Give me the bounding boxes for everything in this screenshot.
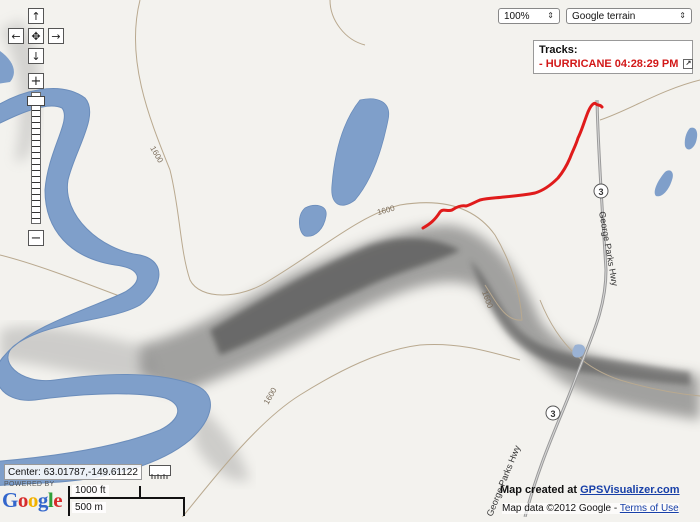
- track-prefix: -: [539, 58, 546, 70]
- zoom-select[interactable]: 100% ⇕: [498, 8, 560, 24]
- logo-letter: o: [17, 488, 29, 512]
- map-type-value: Google terrain: [572, 10, 636, 22]
- copyright-line: Map data ©2012 Google - Terms of Use: [502, 503, 679, 514]
- recenter-button[interactable]: ✥: [28, 28, 44, 44]
- logo-letter: e: [53, 488, 63, 512]
- scale-imperial-label: 1000 ft: [72, 485, 109, 496]
- zoom-in-button[interactable]: +: [28, 73, 44, 89]
- svg-text:3: 3: [550, 409, 555, 419]
- terrain-map[interactable]: 1600 1600 1600 1600 3 3 George Parks Hwy…: [0, 0, 700, 521]
- pan-up-button[interactable]: ↑: [28, 8, 44, 24]
- highway-shield: 3: [593, 183, 609, 199]
- tracks-header: Tracks:: [539, 44, 578, 56]
- ruler-icon[interactable]: [149, 465, 171, 479]
- scale-bar-line: [68, 497, 185, 499]
- logo-letter: o: [27, 488, 39, 512]
- credit-prefix: Map created at: [500, 484, 581, 496]
- scale-metric-label: 500 m: [72, 502, 106, 513]
- zoom-slider-handle[interactable]: [27, 96, 45, 106]
- tracks-panel: Tracks: - HURRICANE 04:28:29 PM ↗: [533, 40, 694, 74]
- scale-bar-tick: [183, 497, 185, 516]
- track-name[interactable]: HURRICANE 04:28:29 PM: [546, 58, 679, 70]
- center-coordinates: Center: 63.01787,-149.61122: [4, 464, 142, 480]
- map-type-select[interactable]: Google terrain ⇕: [566, 8, 692, 24]
- logo-letter: G: [2, 488, 18, 512]
- zoom-select-value: 100%: [504, 10, 530, 22]
- external-link-icon[interactable]: ↗: [683, 59, 694, 70]
- pan-down-button[interactable]: ↓: [28, 48, 44, 64]
- pan-right-button[interactable]: →: [48, 28, 64, 44]
- highway-shield: 3: [545, 405, 561, 421]
- powered-by-label: POWERED BY: [4, 481, 55, 488]
- zoom-out-button[interactable]: −: [28, 230, 44, 246]
- logo-letter: g: [37, 488, 49, 512]
- svg-text:3: 3: [598, 187, 603, 197]
- select-arrows-icon: ⇕: [679, 11, 686, 20]
- scale-bar-tick: [139, 486, 141, 498]
- google-logo[interactable]: Google: [2, 488, 63, 513]
- gpsvisualizer-link[interactable]: GPSVisualizer.com: [580, 484, 679, 496]
- track-list-item[interactable]: - HURRICANE 04:28:29 PM ↗: [539, 58, 694, 70]
- scale-bar-tick: [68, 486, 70, 516]
- map-created-credit: Map created at GPSVisualizer.com: [500, 484, 680, 496]
- terms-of-use-link[interactable]: Terms of Use: [620, 503, 679, 514]
- pan-left-button[interactable]: ←: [8, 28, 24, 44]
- map-canvas[interactable]: 1600 1600 1600 1600 3 3 George Parks Hwy…: [0, 0, 700, 521]
- copyright-text: Map data ©2012 Google -: [502, 503, 620, 514]
- zoom-slider-track[interactable]: [31, 92, 41, 224]
- select-arrows-icon: ⇕: [547, 11, 554, 20]
